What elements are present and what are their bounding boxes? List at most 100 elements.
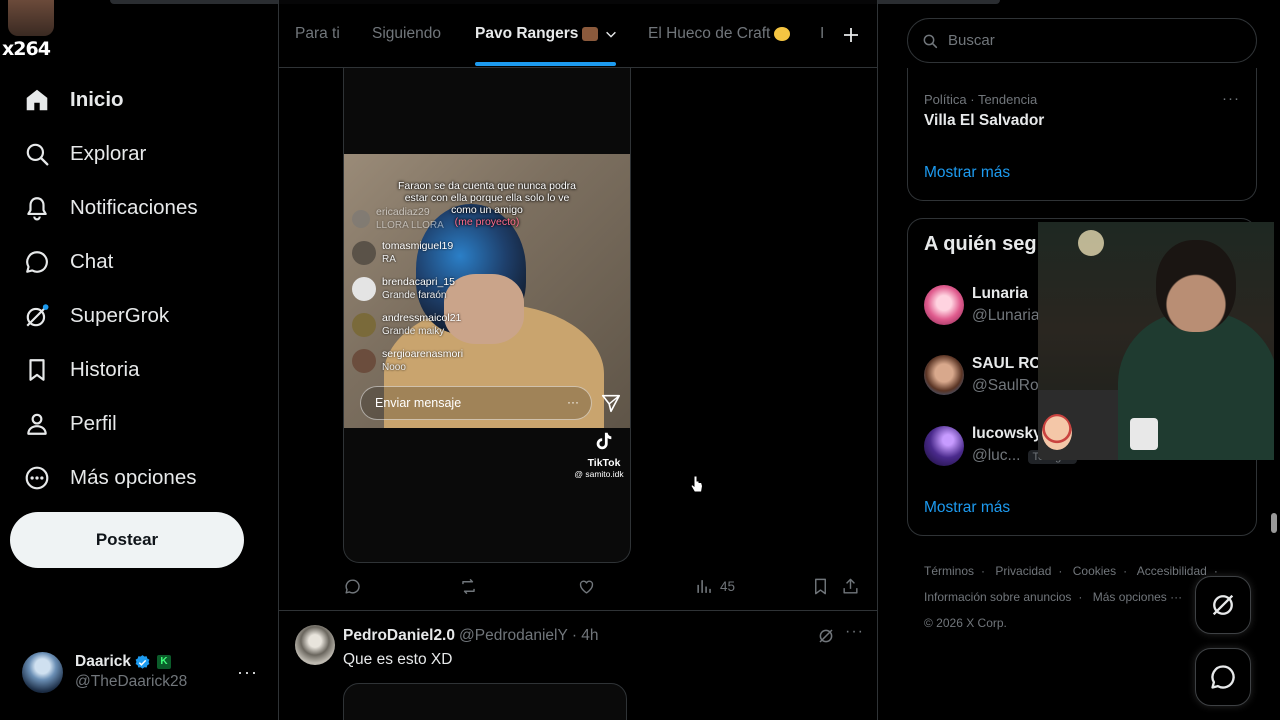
- footer-link-terminos[interactable]: Términos: [924, 564, 974, 578]
- share-button[interactable]: [841, 577, 860, 596]
- avatar[interactable]: [295, 625, 335, 665]
- nav-label: Chat: [70, 250, 114, 273]
- live-comment: tomasmiguel19 RA: [352, 240, 453, 266]
- post-more-icon[interactable]: ···: [845, 623, 864, 641]
- tab-siguiendo[interactable]: Siguiendo: [372, 0, 441, 68]
- follow-handle: @luc...: [972, 447, 1021, 464]
- reply-button[interactable]: [343, 577, 362, 596]
- tab-label: I: [820, 25, 825, 42]
- chat-icon: [26, 251, 48, 273]
- trend-name[interactable]: Villa El Salvador: [924, 112, 1044, 130]
- tab-el-hueco-de-craft[interactable]: El Hueco de Craft: [648, 0, 791, 68]
- nav-label: SuperGrok: [70, 304, 170, 327]
- live-comment: sergioarenasmori Nooo: [352, 348, 463, 374]
- post-text: Que es esto XD: [343, 651, 453, 668]
- trends-panel: Política · Tendencia Villa El Salvador ·…: [907, 68, 1257, 201]
- nav-label: Notificaciones: [70, 196, 198, 219]
- follow-suggestion[interactable]: SAUL RO @SaulRo: [924, 353, 1041, 397]
- grok-icon[interactable]: [817, 627, 835, 645]
- repost-button[interactable]: [459, 577, 478, 596]
- search-input[interactable]: [948, 32, 1228, 49]
- nav-item-inicio[interactable]: Inicio: [12, 73, 210, 127]
- avatar: [22, 651, 63, 693]
- caption-line: Faraon se da cuenta que nunca podra: [397, 180, 577, 192]
- comment-user: ericadiaz29: [376, 206, 430, 218]
- comment-text: brendacapri_15 Grande faraón: [382, 276, 455, 302]
- account-more-icon[interactable]: ···: [237, 662, 258, 683]
- tab-overflow[interactable]: I: [820, 0, 824, 68]
- bookmark-icon: [29, 359, 45, 381]
- tab-label: Pavo Rangers: [475, 25, 579, 42]
- nav-item-perfil[interactable]: Perfil: [12, 397, 210, 451]
- home-icon: [26, 89, 48, 111]
- nav-label: Historia: [70, 358, 140, 381]
- post-pedrodaniel[interactable]: PedroDaniel2.0 @PedrodanielY · 4h ··· Qu…: [279, 611, 877, 720]
- tab-para-ti[interactable]: Para ti: [295, 0, 340, 68]
- send-icon[interactable]: [600, 392, 622, 414]
- stream-sticker-image: [1042, 414, 1072, 450]
- nav-label: Explorar: [70, 142, 147, 165]
- message-more-icon[interactable]: ···: [567, 395, 579, 409]
- post-media-preview[interactable]: [343, 683, 627, 720]
- trends-show-more-link[interactable]: Mostrar más: [924, 164, 1010, 182]
- messages-float-button[interactable]: [1195, 648, 1251, 706]
- live-comment: andressmaicol21 Grande maiky: [352, 312, 461, 338]
- footer-link-cookies[interactable]: Cookies: [1073, 564, 1116, 578]
- post-author-name[interactable]: PedroDaniel2.0: [343, 627, 455, 645]
- comment-body: Grande faraón: [382, 290, 447, 301]
- tab-pavo-rangers[interactable]: Pavo Rangers: [475, 0, 618, 68]
- overlay-face-image: [8, 0, 54, 36]
- video-frame[interactable]: Faraon se da cuenta que nunca podra esta…: [344, 154, 630, 428]
- live-comment-faded: ericadiaz29 LLORA LLORA: [352, 206, 444, 232]
- search-icon: [923, 34, 938, 48]
- follow-show-more-link[interactable]: Mostrar más: [924, 499, 1010, 517]
- comment-user: andressmaicol21: [382, 312, 462, 324]
- footer-link-accesibilidad[interactable]: Accesibilidad: [1137, 564, 1207, 578]
- tab-label: Siguiendo: [372, 25, 441, 42]
- tiktok-name: TikTok: [587, 457, 621, 469]
- webcam-mug: [1130, 418, 1158, 450]
- video-message-input[interactable]: Enviar mensaje ···: [360, 386, 592, 420]
- nav-item-supergrok[interactable]: SuperGrok: [12, 289, 210, 343]
- comment-text: sergioarenasmori Nooo: [382, 348, 463, 374]
- footer-link-anuncios[interactable]: Información sobre anuncios: [924, 590, 1071, 604]
- comment-avatar: [352, 241, 376, 265]
- nav-item-chat[interactable]: Chat: [12, 235, 210, 289]
- account-switcher[interactable]: Daarick K @TheDaarick28 ···: [10, 640, 268, 704]
- nav-label: Perfil: [70, 412, 117, 435]
- nav-item-notificaciones[interactable]: Notificaciones: [12, 181, 210, 235]
- bookmark-button[interactable]: [811, 577, 830, 596]
- affiliate-badge: K: [157, 655, 172, 669]
- search-box[interactable]: [907, 18, 1257, 63]
- grok-float-button[interactable]: [1195, 576, 1251, 634]
- add-tab-icon[interactable]: [842, 26, 860, 44]
- post-header: PedroDaniel2.0 @PedrodanielY · 4h: [343, 627, 599, 645]
- comment-text: andressmaicol21 Grande maiky: [382, 312, 461, 338]
- nav-item-historia[interactable]: Historia: [12, 343, 210, 397]
- trend-more-icon[interactable]: ···: [1222, 90, 1240, 107]
- nav-item-explorar[interactable]: Explorar: [12, 127, 210, 181]
- follow-handle: @SaulRo: [972, 377, 1039, 394]
- comment-user: tomasmiguel19: [382, 240, 454, 252]
- post-time[interactable]: · 4h: [572, 627, 599, 645]
- bookmark-icon: [815, 578, 826, 595]
- post-actions: 45: [343, 575, 863, 601]
- footer-link-privacidad[interactable]: Privacidad: [995, 564, 1051, 578]
- comment-body: Grande maiky: [382, 326, 445, 337]
- nav-item-mas-opciones[interactable]: Más opciones: [12, 451, 210, 505]
- live-comment: brendacapri_15 Grande faraón: [352, 276, 455, 302]
- worried-emoji-icon: [774, 27, 791, 41]
- post-author-handle[interactable]: @PedrodanielY: [459, 627, 568, 645]
- like-button[interactable]: [577, 577, 596, 596]
- repost-icon: [462, 578, 475, 595]
- page-scrollbar[interactable]: [1271, 513, 1277, 533]
- tiktok-logo-icon: [596, 432, 612, 450]
- footer-link-mas-opciones[interactable]: Más opciones ···: [1093, 590, 1182, 604]
- post-button[interactable]: Postear: [10, 512, 244, 568]
- post-media-card[interactable]: Faraon se da cuenta que nunca podra esta…: [343, 68, 631, 563]
- follow-name: Lunaria: [972, 285, 1028, 302]
- comment-text: ericadiaz29 LLORA LLORA: [376, 206, 444, 232]
- follow-suggestion[interactable]: Lunaria @Lunaria: [924, 283, 1039, 327]
- views-button[interactable]: 45: [695, 577, 735, 596]
- avatar: [924, 425, 964, 466]
